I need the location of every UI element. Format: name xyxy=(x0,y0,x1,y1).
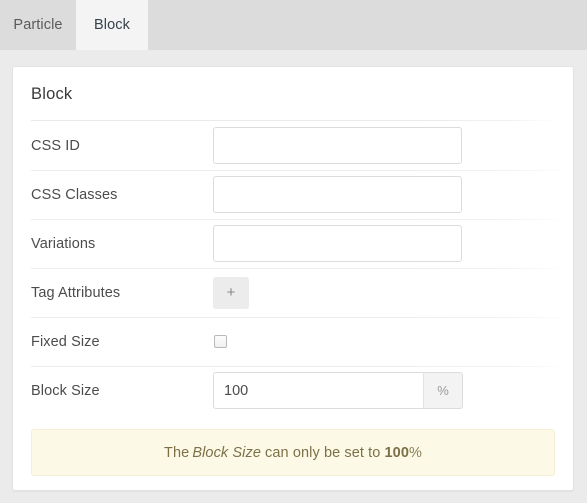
field-css-id xyxy=(213,127,462,164)
block-size-input-group: % xyxy=(213,372,463,409)
field-block-size: % xyxy=(213,372,463,409)
field-row-fixed-size: Fixed Size xyxy=(13,317,573,366)
notice-prefix: The xyxy=(164,444,190,461)
css-id-input[interactable] xyxy=(213,127,462,164)
field-row-css-classes: CSS Classes xyxy=(13,170,573,219)
field-row-css-id: CSS ID xyxy=(13,121,573,170)
label-css-classes: CSS Classes xyxy=(31,186,118,203)
tab-particle-label: Particle xyxy=(13,17,63,33)
block-size-notice: The Block Size can only be set to 100% xyxy=(31,429,555,476)
settings-form: CSS ID CSS Classes Variations Tag Attrib… xyxy=(13,121,573,415)
field-css-classes xyxy=(213,176,462,213)
field-variations xyxy=(213,225,462,262)
tab-block[interactable]: Block xyxy=(76,0,148,50)
fixed-size-checkbox[interactable] xyxy=(214,335,227,348)
notice-emphasis: Block Size xyxy=(192,444,262,461)
css-classes-input[interactable] xyxy=(213,176,462,213)
notice-middle: can only be set to xyxy=(265,444,381,461)
label-variations: Variations xyxy=(31,235,96,252)
field-fixed-size xyxy=(213,335,227,348)
label-block-size: Block Size xyxy=(31,382,100,399)
variations-input[interactable] xyxy=(213,225,462,262)
panel-title: Block xyxy=(31,85,73,103)
add-tag-attribute-button[interactable]: + xyxy=(213,276,249,309)
block-settings-panel: Block CSS ID CSS Classes Variations Tag … xyxy=(12,66,574,491)
tab-particle[interactable]: Particle xyxy=(0,0,76,50)
plus-icon: + xyxy=(226,284,236,301)
label-css-id: CSS ID xyxy=(31,137,80,154)
field-row-tag-attributes: Tag Attributes + xyxy=(13,268,573,317)
tab-block-label: Block xyxy=(94,17,130,33)
notice-suffix: % xyxy=(408,444,422,461)
block-size-input[interactable] xyxy=(213,372,423,409)
label-tag-attributes: Tag Attributes xyxy=(31,284,121,301)
field-row-variations: Variations xyxy=(13,219,573,268)
label-fixed-size: Fixed Size xyxy=(31,333,100,350)
field-tag-attributes: + xyxy=(213,276,249,309)
tab-bar-filler xyxy=(148,0,587,50)
notice-strong: 100 xyxy=(384,444,409,461)
field-row-block-size: Block Size % xyxy=(13,366,573,415)
block-size-unit-addon[interactable]: % xyxy=(423,372,463,409)
tab-bar: Particle Block xyxy=(0,0,587,50)
